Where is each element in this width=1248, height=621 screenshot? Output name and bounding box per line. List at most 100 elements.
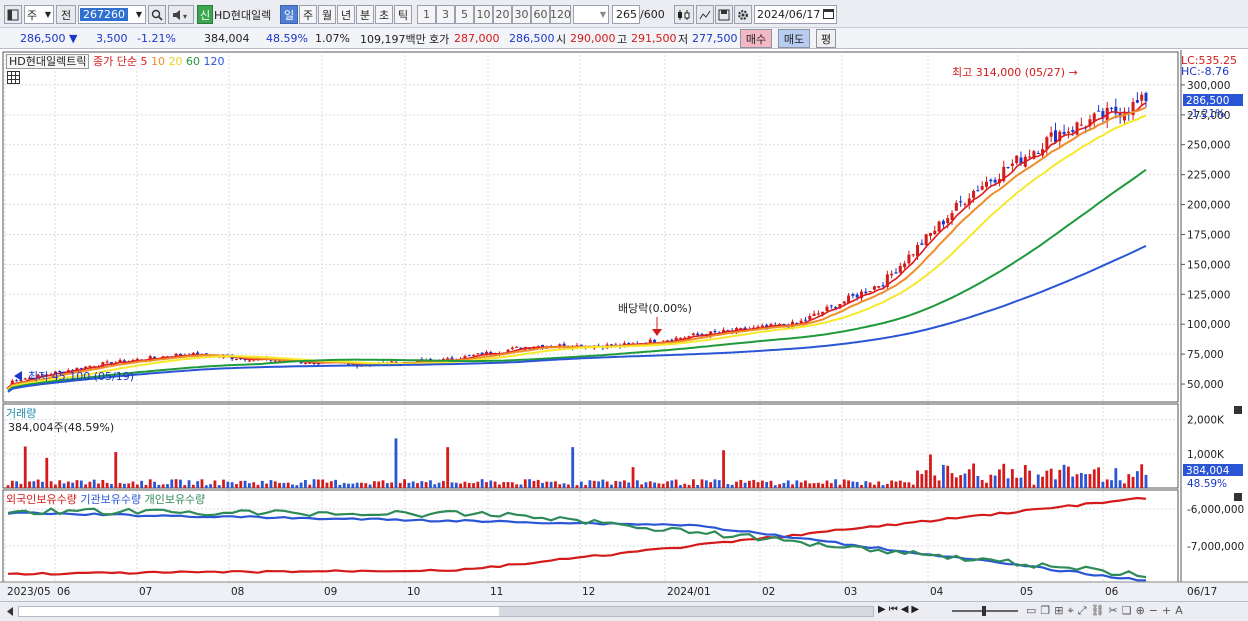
volume-bar (1084, 474, 1088, 488)
interval-1[interactable]: 1 (417, 5, 436, 24)
volume-bar (657, 483, 661, 488)
date-input[interactable]: 2024/06/17 (754, 5, 837, 24)
pages-icon[interactable]: ❏ (1122, 604, 1132, 618)
speaker-icon[interactable]: ▾ (168, 5, 194, 24)
buy-button[interactable]: 매수 (740, 29, 772, 48)
tile-icon[interactable]: ⊞ (1054, 604, 1063, 618)
trade-value: 109,197백만 (360, 32, 426, 46)
institution-holdings-label: 기관보유수량 (80, 493, 142, 506)
tab-week[interactable]: 주 (299, 5, 317, 24)
volume-bar (256, 484, 260, 488)
scroll-track[interactable] (18, 606, 874, 617)
type-select[interactable]: 주 ▼ (24, 5, 54, 24)
volume-bar (239, 480, 243, 488)
volume-bar (140, 480, 144, 488)
custom-interval-select[interactable]: ▼ (573, 5, 609, 24)
candle-body (993, 179, 997, 183)
next-icon[interactable]: ▶ (911, 604, 919, 615)
font-size-icon[interactable]: A (1175, 604, 1183, 618)
candle-type-icon[interactable] (674, 5, 694, 24)
interval-30[interactable]: 30 (512, 5, 531, 24)
grid-table-icon[interactable] (7, 71, 20, 87)
scroll-left-icon[interactable] (4, 605, 16, 618)
volume-bar (127, 483, 131, 488)
interval-3[interactable]: 3 (436, 5, 455, 24)
volume-bar (661, 483, 665, 488)
plus-icon[interactable]: + (1162, 604, 1171, 618)
volume-bar (36, 479, 40, 488)
candle-body (1097, 110, 1101, 112)
interval-20[interactable]: 20 (493, 5, 512, 24)
cut-icon[interactable]: ✂ (1108, 604, 1117, 618)
link-icon[interactable]: ⛓ (1091, 604, 1105, 618)
tab-year[interactable]: 년 (337, 5, 355, 24)
search-icon[interactable] (148, 5, 166, 24)
tab-minute[interactable]: 분 (356, 5, 374, 24)
save-icon[interactable] (715, 5, 733, 24)
gear-icon[interactable] (734, 5, 752, 24)
interval-5[interactable]: 5 (455, 5, 474, 24)
volume-bar (1127, 474, 1131, 488)
volume-bar (1118, 480, 1122, 488)
candle-body (23, 378, 27, 380)
low-price: 277,500 (692, 32, 738, 45)
line-tool-icon[interactable] (696, 5, 714, 24)
volume-bar (584, 485, 588, 488)
play-icon[interactable]: ▶ (878, 604, 886, 615)
volume-panel-close-icon[interactable] (1234, 406, 1242, 414)
tab-tick[interactable]: 틱 (394, 5, 412, 24)
expand-icon[interactable]: ⤢ (1078, 604, 1087, 618)
window-icon[interactable]: ▭ (1026, 604, 1036, 618)
prev-button[interactable]: 전 (56, 5, 76, 24)
volume-bar (373, 481, 376, 488)
volume-bar (6, 485, 10, 488)
volume-bar (601, 479, 605, 488)
first-icon[interactable]: ⏮ (889, 604, 898, 615)
volume-bar (472, 483, 475, 488)
zoom-in-icon[interactable]: ⊕ (1136, 604, 1145, 618)
stock-chart[interactable]: 2023/05 06 07 08 09 10 11 12 2024/01 02 03 04 05 06 06… (0, 50, 1248, 601)
count-input[interactable]: 265 (612, 5, 640, 24)
volume-bar (105, 482, 109, 488)
sell-button[interactable]: 매도 (778, 29, 810, 48)
holdings-panel-close-icon[interactable] (1234, 493, 1242, 501)
volume-bar (778, 484, 781, 488)
volume-bar (1036, 474, 1040, 488)
tab-day[interactable]: 일 (280, 5, 298, 24)
volume-bar (674, 479, 678, 488)
candle-body (1144, 92, 1148, 102)
prev-icon[interactable]: ◀ (901, 604, 909, 615)
candle-body (864, 291, 868, 294)
copy-icon[interactable]: ❐ (1040, 604, 1050, 618)
volume-bar (381, 480, 385, 488)
interval-10[interactable]: 10 (474, 5, 493, 24)
volume-bar (627, 482, 631, 488)
x-axis-label: 04 (930, 586, 944, 598)
minus-icon[interactable]: − (1149, 604, 1158, 618)
stock-code-input[interactable]: 267260 ▼ (78, 5, 146, 24)
candle-body (829, 305, 833, 307)
interval-60[interactable]: 60 (531, 5, 550, 24)
candle-body (713, 330, 717, 333)
candle-body (1015, 155, 1019, 164)
volume-bar (398, 483, 402, 488)
crosshair-icon[interactable]: ⌖ (1068, 604, 1074, 618)
volume-bar (273, 481, 277, 488)
interval-120[interactable]: 120 (550, 5, 571, 24)
window-menu-icon[interactable] (4, 5, 22, 24)
candle-body (976, 190, 980, 192)
volume-bar (1067, 466, 1070, 488)
zoom-slider[interactable] (952, 606, 1018, 616)
eval-button[interactable]: 평 (816, 29, 836, 48)
date-value: 2024/06/17 (757, 8, 821, 21)
volume-bar (898, 480, 902, 488)
scroll-thumb[interactable] (499, 607, 873, 616)
volume-bar (1015, 477, 1019, 488)
volume-bar (528, 479, 531, 488)
tab-month[interactable]: 월 (318, 5, 336, 24)
tab-second[interactable]: 초 (375, 5, 393, 24)
zoom-slider-handle[interactable] (982, 606, 986, 616)
volume-current-tag: 384,004 (1186, 465, 1230, 477)
volume-bar (144, 484, 148, 488)
candle-body (803, 319, 807, 321)
